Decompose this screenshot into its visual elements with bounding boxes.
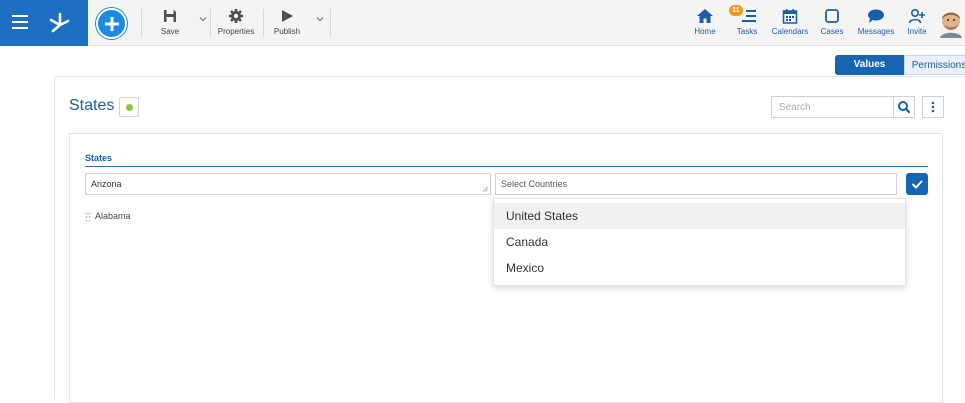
gear-icon bbox=[229, 9, 243, 23]
chat-bubble-icon bbox=[868, 9, 884, 23]
toolbar-divider bbox=[330, 9, 331, 37]
dropdown-option-united-states[interactable]: United States bbox=[494, 203, 905, 229]
nav-home[interactable]: Home bbox=[692, 7, 718, 39]
drag-handle-icon[interactable] bbox=[85, 212, 91, 222]
search-input[interactable] bbox=[771, 96, 893, 118]
floppy-disk-icon bbox=[164, 10, 176, 22]
confirm-button[interactable] bbox=[906, 173, 928, 195]
list-item[interactable]: Alabama bbox=[85, 209, 131, 223]
user-avatar[interactable] bbox=[937, 8, 965, 38]
resize-grip-icon[interactable] bbox=[482, 186, 488, 192]
toolbar-divider bbox=[141, 9, 142, 37]
section-divider bbox=[85, 166, 928, 167]
publish-dropdown-chevron-down-icon[interactable] bbox=[315, 14, 325, 24]
status-indicator[interactable] bbox=[119, 97, 139, 117]
search-button[interactable] bbox=[893, 96, 915, 118]
add-button[interactable] bbox=[96, 8, 127, 39]
country-select-placeholder: Select Countries bbox=[501, 179, 568, 189]
hamburger-menu-icon[interactable] bbox=[12, 15, 28, 29]
list-item-label: Alabama bbox=[95, 211, 131, 221]
toolbar-divider bbox=[263, 9, 264, 37]
status-dot-icon bbox=[126, 104, 133, 111]
save-dropdown-chevron-down-icon[interactable] bbox=[198, 14, 208, 24]
checkmark-icon bbox=[912, 180, 923, 189]
page-top-border bbox=[54, 76, 965, 77]
more-vertical-icon bbox=[931, 101, 935, 113]
nav-cases-label: Cases bbox=[820, 27, 844, 36]
state-name-value: Arizona bbox=[91, 179, 122, 189]
country-dropdown-menu: United States Canada Mexico bbox=[493, 198, 906, 286]
publish-button[interactable]: Publish bbox=[270, 7, 304, 39]
save-button[interactable]: Save bbox=[156, 7, 184, 39]
more-options-button[interactable] bbox=[922, 96, 944, 118]
search-icon bbox=[898, 101, 911, 114]
state-name-field[interactable]: Arizona bbox=[85, 173, 491, 195]
properties-button[interactable]: Properties bbox=[215, 7, 257, 39]
cases-icon bbox=[825, 9, 839, 23]
nav-cases[interactable]: Cases bbox=[819, 7, 845, 39]
top-toolbar: Save Properties Publish Home 11 Tasks Ca… bbox=[0, 0, 965, 46]
home-icon bbox=[697, 9, 713, 23]
calendar-icon bbox=[782, 9, 798, 24]
dropdown-option-canada[interactable]: Canada bbox=[494, 229, 905, 255]
page-left-border bbox=[54, 76, 55, 399]
nav-calendars[interactable]: Calendars bbox=[771, 7, 809, 39]
nav-messages-label: Messages bbox=[857, 27, 895, 36]
toolbar-divider bbox=[210, 9, 211, 37]
dropdown-option-mexico[interactable]: Mexico bbox=[494, 255, 905, 281]
nav-calendars-label: Calendars bbox=[771, 27, 809, 36]
nav-invite[interactable]: Invite bbox=[905, 7, 929, 39]
app-logo-icon[interactable] bbox=[48, 11, 72, 35]
publish-label: Publish bbox=[273, 27, 301, 36]
brand-area bbox=[0, 0, 88, 46]
properties-label: Properties bbox=[217, 27, 255, 36]
nav-tasks-label: Tasks bbox=[736, 27, 758, 36]
add-user-icon bbox=[908, 8, 925, 24]
nav-invite-label: Invite bbox=[907, 27, 927, 36]
save-label: Save bbox=[160, 27, 180, 36]
play-icon bbox=[282, 10, 293, 22]
page-title: States bbox=[69, 97, 115, 114]
nav-tasks[interactable]: 11 Tasks bbox=[729, 5, 761, 39]
tab-permissions[interactable]: Permissions bbox=[904, 55, 965, 75]
section-title: States bbox=[85, 153, 113, 163]
nav-messages[interactable]: Messages bbox=[856, 7, 896, 39]
tasks-count-badge: 11 bbox=[729, 5, 743, 16]
tab-values[interactable]: Values bbox=[835, 55, 904, 75]
nav-home-label: Home bbox=[694, 27, 716, 36]
country-select-field[interactable]: Select Countries bbox=[495, 173, 897, 195]
